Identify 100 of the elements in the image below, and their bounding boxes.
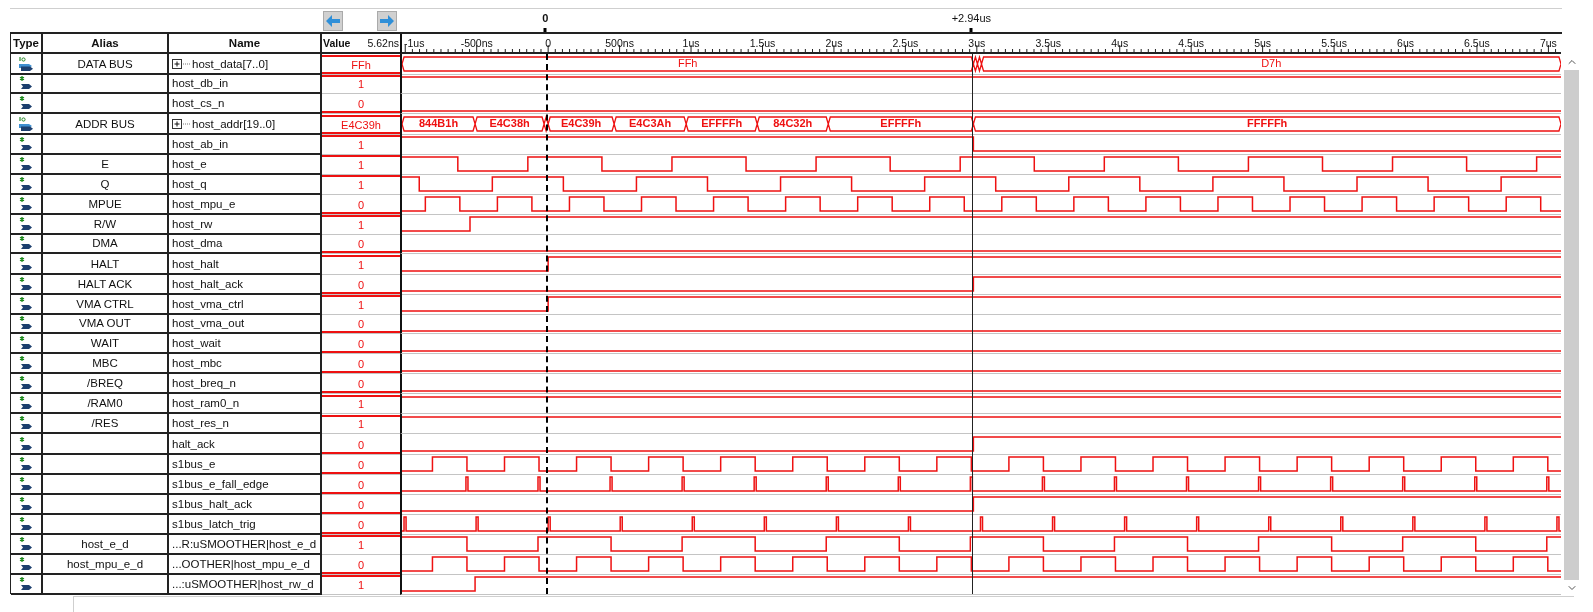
bus-value: 84C32h [773,117,813,129]
signal-name[interactable]: s1bus_latch_trig [172,517,256,530]
signal-name[interactable]: host_ram0_n [172,397,240,409]
signal-value: FFh [322,55,400,74]
signal-name[interactable]: ...R:uSMOOTHER|host_e_d [172,537,317,550]
signal-value: 0 [322,475,400,494]
signal-name[interactable]: host_mpu_e [172,197,236,210]
bus-value: 844B1h [418,117,459,129]
bus-value: E4C3Ah [629,117,672,129]
expand-icon[interactable] [172,118,190,129]
value-time: 5.62ns [367,37,399,49]
signal-name[interactable]: host_q [172,177,207,190]
signal-value: 0 [322,195,400,214]
signal-name[interactable]: host_vma_ctrl [172,297,244,310]
cursor-tick [969,28,973,32]
signal-alias: Q [100,177,110,190]
input-pin-icon [18,375,34,391]
signal-alias: E [101,157,109,170]
bidirectional-pin-icon [17,115,35,132]
time-label: 2.5us [892,37,919,49]
time-label: 3.5us [1035,37,1062,49]
time-label: 3us [968,37,986,49]
input-pin-icon [18,555,34,572]
bus-value: FFh [677,57,698,69]
signal-name[interactable]: halt_ack [172,437,215,450]
time-label: 6.5us [1464,37,1490,49]
signal-name[interactable]: host_cs_n [172,97,225,109]
signal-name[interactable]: host_addr[19..0] [192,117,276,130]
signal-value: 0 [322,335,400,353]
signal-name[interactable]: host_dma [172,237,223,249]
signal-alias: /RES [91,417,119,429]
input-pin-icon [18,275,34,292]
signal-value: 1 [322,135,400,154]
signal-alias: /RAM0 [87,397,123,409]
signal-name[interactable]: s1bus_e [172,457,216,470]
signal-alias: host_e_d [81,537,129,550]
signal-alias: VMA OUT [79,317,131,329]
signal-value: 1 [322,575,400,594]
signal-value: 0 [322,315,400,333]
time-label: 4.5us [1178,37,1204,49]
signal-name[interactable]: s1bus_e_fall_edge [172,477,269,490]
input-pin-icon [18,255,34,272]
signal-name[interactable]: host_vma_out [172,317,245,329]
signal-alias: VMA CTRL [76,297,134,310]
signal-alias: HALT [90,257,120,270]
time-label: 5us [1254,37,1272,49]
signal-value: 0 [322,95,400,113]
next-button[interactable] [377,10,397,31]
signal-value: 1 [322,535,400,554]
signal-value: 0 [322,235,400,253]
signal-name[interactable]: host_ab_in [172,137,229,150]
left-arrow-icon [326,14,340,27]
time-label: 500ns [605,37,634,49]
bus-value: D7h [1261,57,1282,69]
signal-name[interactable]: host_e [172,157,207,170]
cursor-label: +2.94us [951,12,992,24]
signal-value: 0 [322,495,400,514]
expand-icon[interactable] [172,58,190,69]
signal-value: 1 [322,295,400,314]
column-header: Value [323,37,351,49]
input-pin-icon [18,315,34,331]
signal-name[interactable]: host_data[7..0] [192,57,269,70]
signal-value: 1 [322,215,400,234]
bidirectional-pin-icon [17,55,35,72]
input-pin-icon [18,535,34,552]
input-pin-icon [18,435,34,452]
signal-alias: /BREQ [87,377,123,389]
bus-value: E4C39h [560,117,602,129]
signal-alias: WAIT [90,337,120,349]
signal-name[interactable]: host_res_n [172,417,229,429]
input-pin-icon [18,295,34,312]
signal-name[interactable]: s1bus_halt_ack [172,497,252,510]
signal-name[interactable]: ...OOTHER|host_mpu_e_d [172,557,310,570]
signal-name[interactable]: host_halt_ack [172,277,243,290]
signal-value: 0 [322,275,400,294]
column-header: Type [11,34,43,54]
signal-value: 1 [322,155,400,174]
signal-value: 0 [322,435,400,454]
signal-name[interactable]: host_mbc [172,357,222,369]
time-label: 4us [1111,37,1129,49]
signal-alias: MPUE [88,197,122,210]
previous-button[interactable] [323,10,343,31]
signal-name[interactable]: host_breq_n [172,377,236,389]
input-pin-icon [18,495,34,512]
input-pin-icon [18,475,34,492]
input-pin-icon [18,195,34,212]
input-pin-icon [18,155,34,172]
signal-name[interactable]: host_rw [172,217,213,230]
signal-name[interactable]: host_db_in [172,77,229,89]
signal-value: 0 [322,355,400,373]
time-label: 7us [1539,37,1557,49]
signal-name[interactable]: host_halt [172,257,219,270]
signal-name[interactable]: host_wait [172,337,221,349]
signal-name[interactable]: ...:uSMOOTHER|host_rw_d [172,577,314,590]
signal-alias: DMA [92,237,118,249]
column-header: Alias [43,34,169,54]
time-label: 2us [825,37,843,49]
input-pin-icon [18,515,34,532]
input-pin-icon [18,235,34,251]
bus-value: E4C38h [489,117,530,129]
